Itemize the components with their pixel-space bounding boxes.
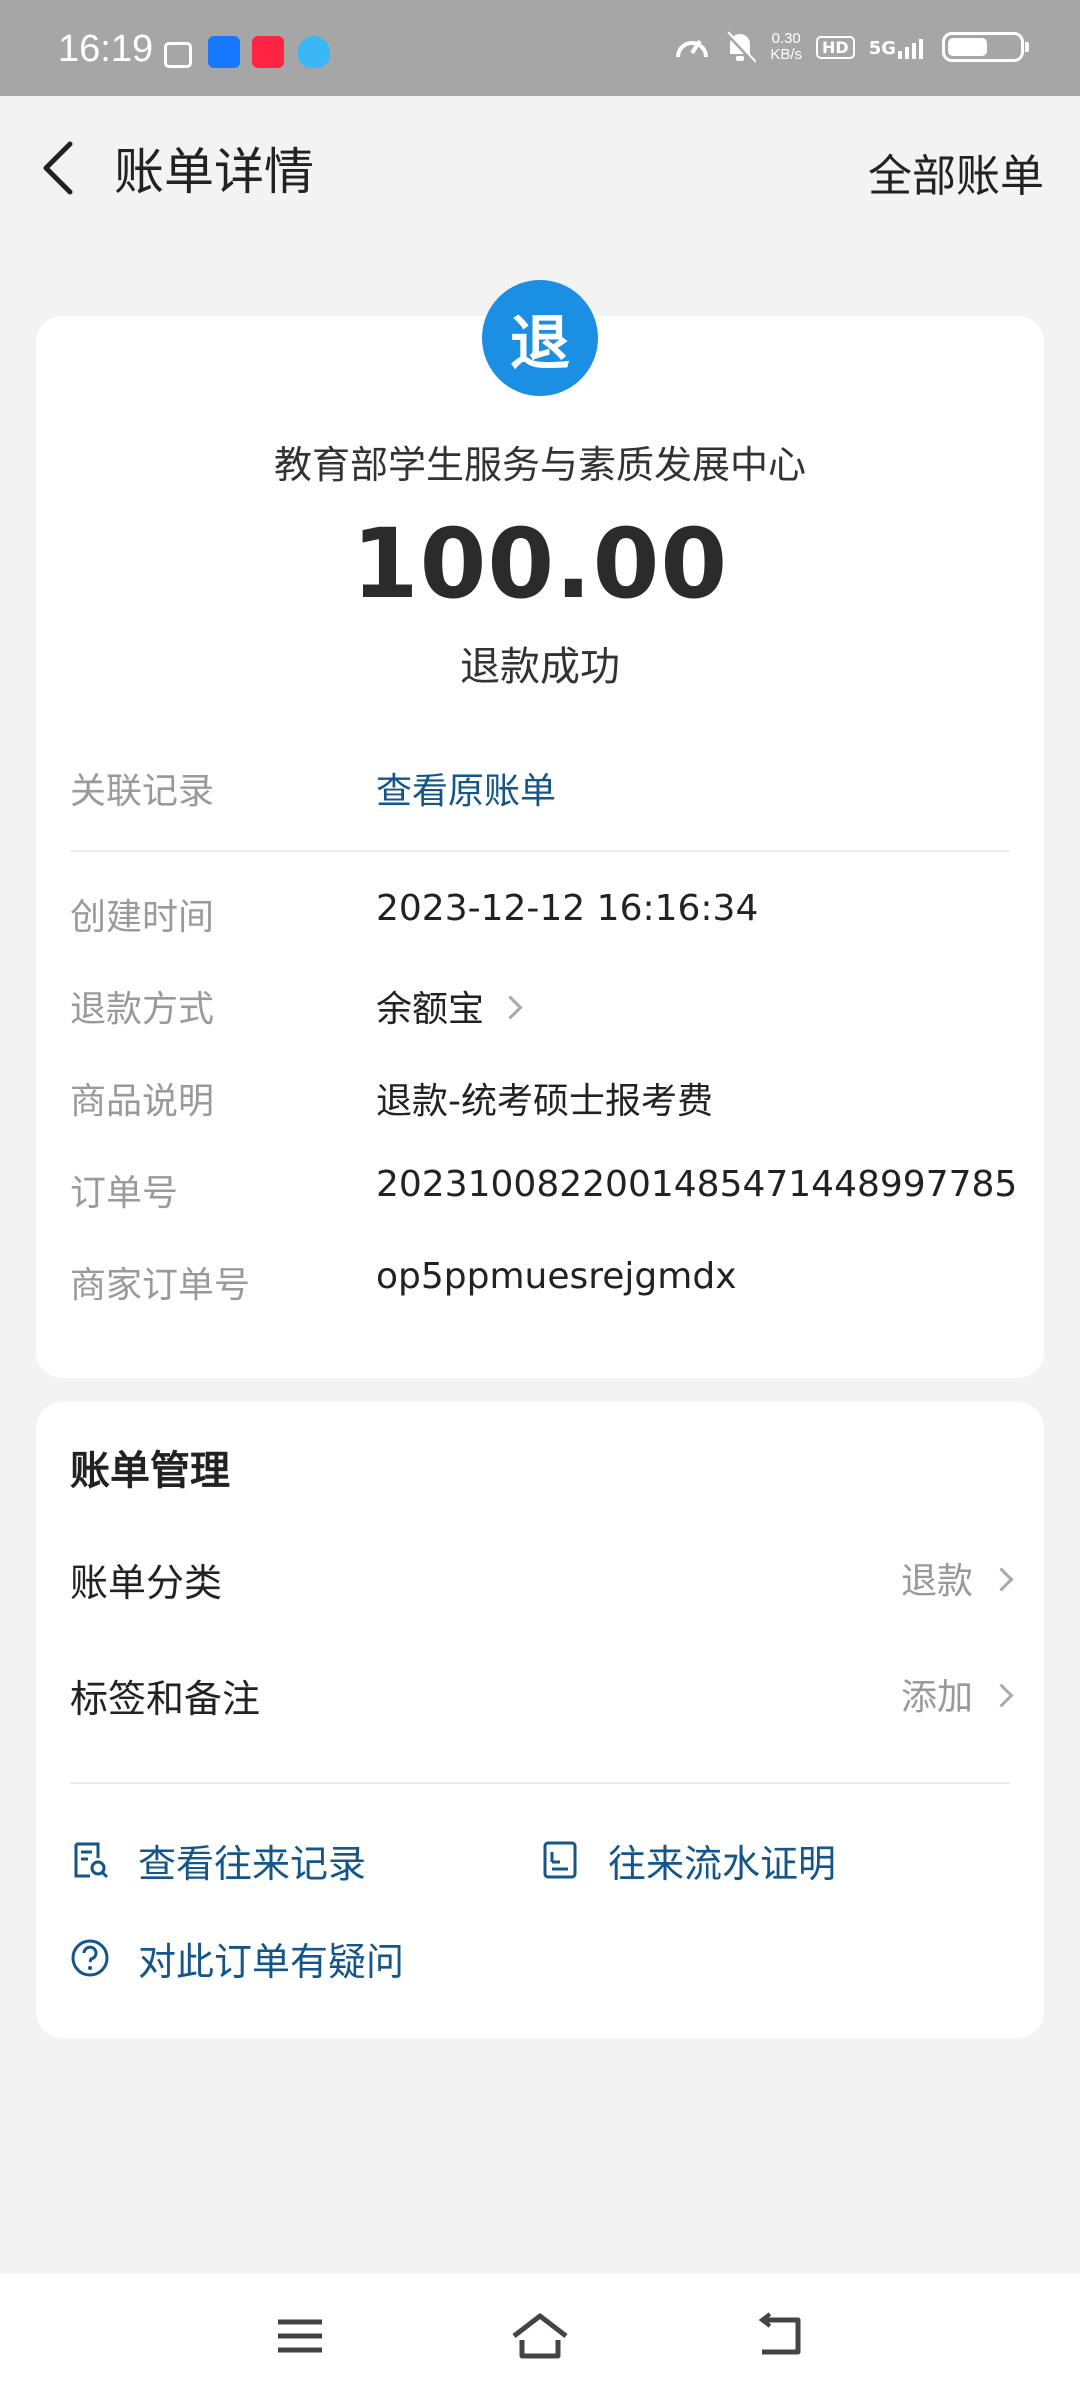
detail-row-created-time: 创建时间 2023-12-12 16:16:34 [70,888,1010,948]
net-speed-value: 0.30 [771,30,801,47]
refund-method-value: 余额宝 [376,989,485,1030]
all-bills-button[interactable]: 全部账单 [868,140,1044,204]
mute-bell-icon [724,30,757,64]
tags-notes-label: 标签和备注 [70,1677,261,1721]
refund-method-label: 退款方式 [70,989,215,1030]
tags-notes-row[interactable]: 标签和备注 添加 [70,1668,1014,1728]
related-record-label: 关联记录 [70,771,215,812]
merchant-name: 教育部学生服务与素质发展中心 [273,443,806,487]
order-number-value: 2023100822001485471448997785 [376,1164,1018,1205]
management-title: 账单管理 [70,1448,230,1494]
alipay-app-icon [208,36,240,68]
refund-icon: 退 [482,280,598,396]
battery-icon [942,32,1029,62]
chevron-right-icon [498,994,523,1020]
transaction-proof-label: 往来流水证明 [608,1841,837,1886]
detail-row-refund-method[interactable]: 退款方式 余额宝 [70,980,1010,1040]
product-description-value: 退款-统考硕士报考费 [376,1081,713,1122]
view-history-label: 查看往来记录 [138,1841,367,1886]
bill-category-value: 退款 [900,1561,973,1602]
bill-detail-card: 退 教育部学生服务与素质发展中心 100.00 退款成功 关联记录 查看原账单 … [36,280,1044,1378]
tv-app-icon [164,42,192,68]
related-record-row: 关联记录 查看原账单 [70,762,1010,822]
created-time-label: 创建时间 [70,897,215,938]
back-nav-icon[interactable] [750,2310,810,2362]
bill-category-value-wrap: 退款 [900,1552,1014,1604]
chevron-right-icon [989,1566,1014,1592]
qq-app-icon [298,36,330,68]
question-icon [71,1939,109,1977]
app-header: 账单详情 全部账单 [0,96,1080,236]
bill-management-card: 账单管理 账单分类 退款 标签和备注 添加 查看往来记录 往来流水证明 对此订单… [36,1402,1044,2038]
detail-row-product-description: 商品说明 退款-统考硕士报考费 [70,1072,1010,1132]
signal-bars-icon [898,39,923,59]
divider [70,1782,1010,1784]
tags-notes-value-wrap: 添加 [900,1668,1014,1720]
net-speed: 0.30 KB/s [770,31,802,63]
xiaohongshu-app-icon [252,36,284,68]
chevron-right-icon [989,1682,1014,1708]
record-search-icon [74,1842,109,1879]
signal-5g-label: 5G [868,38,896,59]
view-original-bill-link[interactable]: 查看原账单 [376,762,556,814]
detail-row-merchant-order-number: 商家订单号 op5ppmuesrejgmdx [70,1256,1010,1316]
signal-indicator: 5G [869,35,928,59]
net-speed-unit: KB/s [770,46,803,63]
divider [70,850,1010,852]
document-icon [543,1841,577,1879]
view-history-button[interactable]: 查看往来记录 [70,1832,366,1888]
hd-badge: HD [816,35,855,59]
merchant-order-number-label: 商家订单号 [70,1265,251,1306]
status-time: 16:19 [58,28,154,70]
order-number-label: 订单号 [70,1173,179,1214]
menu-icon[interactable] [270,2310,330,2362]
battery-fill [948,38,988,56]
page-title: 账单详情 [114,143,314,201]
tags-notes-value: 添加 [900,1677,973,1718]
speedometer-icon [676,39,709,58]
bill-status: 退款成功 [460,644,620,690]
merchant-order-number-value: op5ppmuesrejgmdx [376,1256,737,1297]
order-question-label: 对此订单有疑问 [138,1939,405,1984]
transaction-proof-button[interactable]: 往来流水证明 [540,1832,836,1888]
system-nav-bar [0,2274,1080,2400]
bill-category-label: 账单分类 [70,1561,223,1605]
bill-amount: 100.00 [351,508,729,620]
product-description-label: 商品说明 [70,1081,215,1122]
refund-method-value-wrap[interactable]: 余额宝 [376,980,523,1032]
back-arrow-icon[interactable] [36,138,80,198]
order-question-button[interactable]: 对此订单有疑问 [70,1930,404,1986]
bill-category-row[interactable]: 账单分类 退款 [70,1552,1014,1612]
home-icon[interactable] [510,2310,570,2362]
detail-row-order-number: 订单号 2023100822001485471448997785 [70,1164,1017,1224]
created-time-value: 2023-12-12 16:16:34 [376,888,759,929]
status-bar: 16:19 0.30 KB/s HD 5G [0,0,1080,96]
